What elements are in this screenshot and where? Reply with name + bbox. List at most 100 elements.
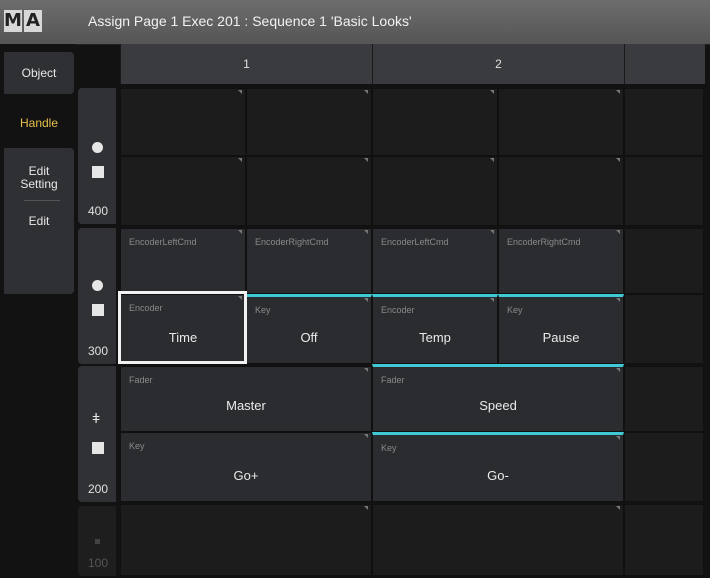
grid-cell[interactable] [624, 504, 704, 576]
row-number: 300 [88, 344, 109, 358]
key-pause-cell[interactable]: Key Pause [498, 294, 624, 364]
cell-label: Fader [381, 375, 405, 385]
grid-cell[interactable] [624, 228, 704, 294]
grid-cell[interactable] [498, 88, 624, 156]
encoder-time-cell[interactable]: Encoder Time [120, 294, 246, 364]
corner-icon [364, 506, 368, 510]
handle-button[interactable]: Handle [4, 102, 74, 144]
square-icon [95, 539, 100, 544]
cell-label: EncoderRightCmd [507, 237, 581, 247]
corner-icon [238, 158, 242, 162]
fader-icon: ǂ [92, 410, 101, 426]
row-number: 100 [88, 556, 109, 570]
grid-cell[interactable] [120, 156, 246, 226]
grid-cell[interactable] [120, 504, 372, 576]
sidebar: Object Handle Edit Setting Edit [0, 44, 75, 578]
column-header-2[interactable]: 2 [372, 44, 624, 84]
corner-icon [490, 90, 494, 94]
key-go-plus-cell[interactable]: Key Go+ [120, 432, 372, 502]
cell-label: Key [129, 441, 145, 451]
corner-icon [238, 90, 242, 94]
cell-label: Encoder [381, 305, 415, 315]
corner-icon [364, 90, 368, 94]
cell-label: EncoderLeftCmd [129, 237, 197, 247]
row-number: 400 [88, 204, 109, 218]
cell-label: EncoderLeftCmd [381, 237, 449, 247]
grid-cell[interactable] [624, 294, 704, 364]
fader-master-cell[interactable]: Fader Master [120, 366, 372, 432]
grid-cell[interactable] [498, 156, 624, 226]
corner-icon [616, 506, 620, 510]
cell-value: Speed [479, 398, 517, 413]
grid-cell[interactable] [372, 156, 498, 226]
corner-icon [616, 298, 620, 302]
corner-icon [364, 298, 368, 302]
cell-label: Key [255, 305, 271, 315]
column-header-3[interactable] [624, 44, 705, 84]
grid-cell[interactable] [372, 504, 624, 576]
corner-icon [490, 230, 494, 234]
cell-value: Go- [487, 468, 509, 483]
grid-cell[interactable] [624, 366, 704, 432]
logo-letter-m: M [4, 10, 22, 32]
corner-icon [238, 230, 242, 234]
cell-value: Pause [542, 330, 580, 345]
grid-cell[interactable] [120, 88, 246, 156]
row-label-200[interactable]: ǂ 200 [78, 366, 116, 502]
cell-label: Key [507, 305, 523, 315]
row-label-100[interactable]: 100 [78, 506, 116, 576]
fader-speed-cell[interactable]: Fader Speed [372, 364, 624, 432]
key-off-cell[interactable]: Key Off [246, 294, 372, 364]
square-icon [92, 304, 104, 316]
corner-icon [364, 158, 368, 162]
window-title: Assign Page 1 Exec 201 : Sequence 1 'Bas… [88, 13, 412, 29]
corner-icon [490, 158, 494, 162]
grid-cell[interactable] [624, 432, 704, 502]
corner-icon [364, 230, 368, 234]
cell-value: Off [300, 330, 318, 345]
corner-icon [364, 434, 368, 438]
cell-value: Time [168, 330, 198, 345]
encoder-right-cmd-cell[interactable]: EncoderRightCmd [246, 228, 372, 294]
key-go-minus-cell[interactable]: Key Go- [372, 432, 624, 502]
encoder-right-cmd-cell[interactable]: EncoderRightCmd [498, 228, 624, 294]
cell-label: EncoderRightCmd [255, 237, 329, 247]
encoder-left-cmd-cell[interactable]: EncoderLeftCmd [120, 228, 246, 294]
corner-icon [616, 158, 620, 162]
title-bar: M A Assign Page 1 Exec 201 : Sequence 1 … [0, 0, 710, 45]
logo-letter-a: A [24, 10, 42, 32]
grid-cell[interactable] [624, 156, 704, 226]
encoder-temp-cell[interactable]: Encoder Temp [372, 294, 498, 364]
cell-value: Temp [419, 330, 451, 345]
grid-cell[interactable] [246, 88, 372, 156]
cell-value: Master [226, 398, 266, 413]
edit-group: Edit Setting Edit [4, 148, 74, 294]
corner-icon [616, 436, 620, 440]
cell-label: Fader [129, 375, 153, 385]
row-label-400[interactable]: 400 [78, 88, 116, 224]
edit-setting-button[interactable]: Edit Setting [4, 158, 74, 198]
grid-cell[interactable] [246, 156, 372, 226]
square-icon [92, 166, 104, 178]
circle-icon [92, 280, 103, 291]
circle-icon [92, 142, 103, 153]
corner-icon [616, 230, 620, 234]
ma-logo: M A [4, 10, 44, 32]
cell-label: Encoder [129, 303, 163, 313]
corner-icon [364, 368, 368, 372]
encoder-left-cmd-cell[interactable]: EncoderLeftCmd [372, 228, 498, 294]
edit-button[interactable]: Edit [4, 210, 74, 232]
cell-value: Go+ [233, 468, 259, 483]
cell-label: Key [381, 443, 397, 453]
grid-cell[interactable] [624, 88, 704, 156]
grid-cell[interactable] [372, 88, 498, 156]
object-button[interactable]: Object [4, 52, 74, 94]
divider [24, 200, 60, 201]
square-icon [92, 442, 104, 454]
corner-icon [616, 368, 620, 372]
corner-icon [238, 296, 242, 300]
column-header-1[interactable]: 1 [120, 44, 372, 84]
corner-icon [616, 90, 620, 94]
row-label-300[interactable]: 300 [78, 228, 116, 364]
corner-icon [490, 298, 494, 302]
